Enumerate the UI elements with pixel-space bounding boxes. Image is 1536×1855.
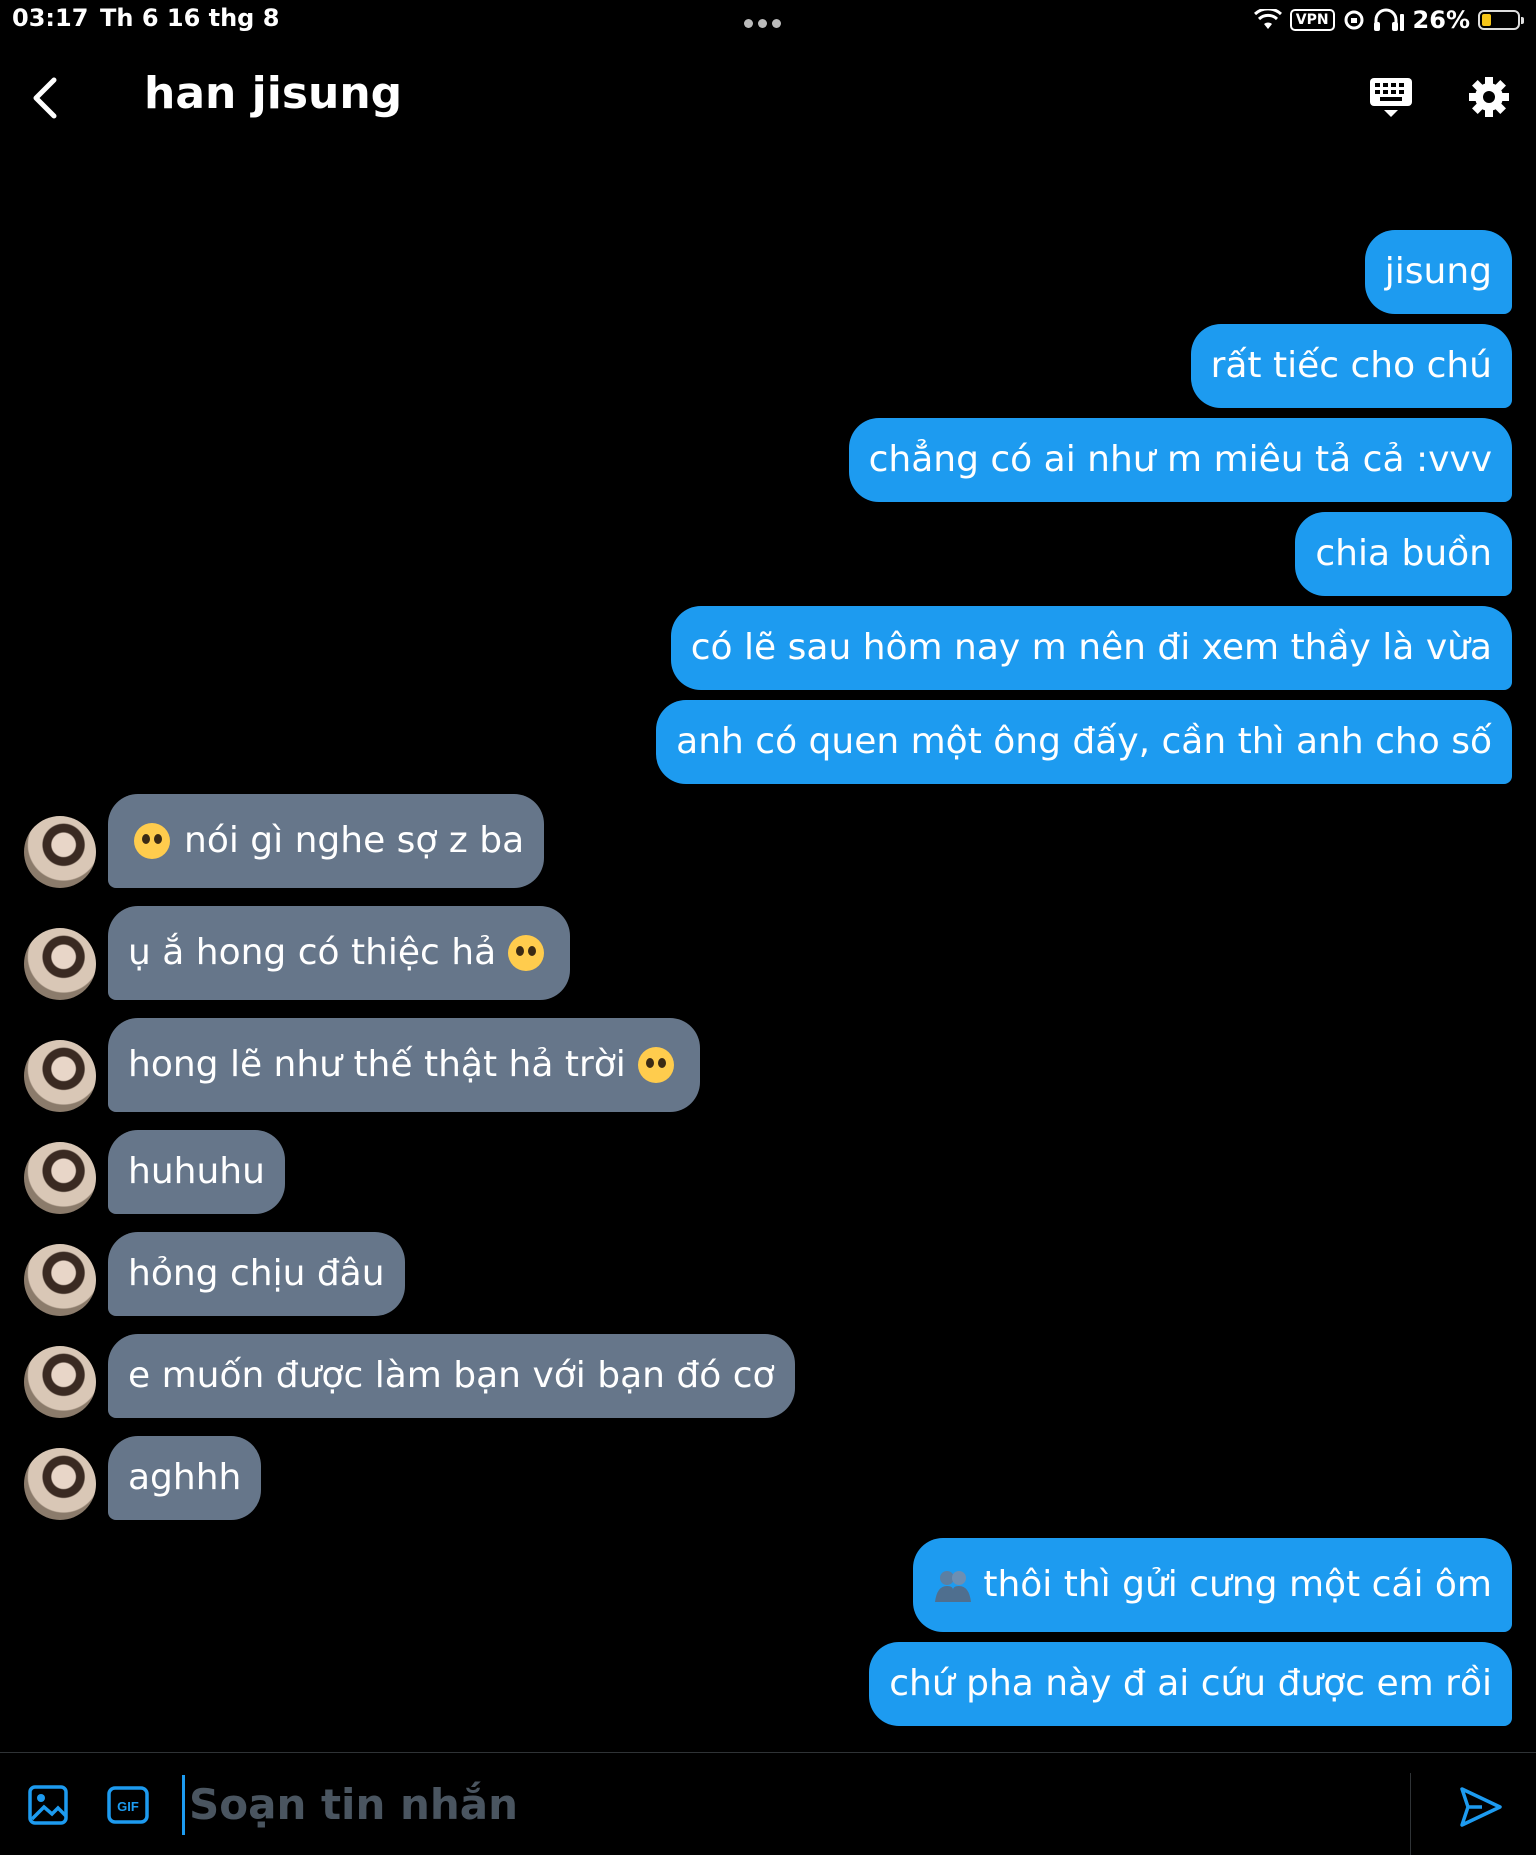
message-bubble-incoming[interactable]: nói gì nghe sợ z ba bbox=[108, 794, 545, 888]
send-icon[interactable] bbox=[1456, 1783, 1504, 1831]
headphones-icon bbox=[1373, 8, 1404, 31]
message-composer: GIF Soạn tin nhắn bbox=[0, 1752, 1536, 1855]
pleading-face-emoji bbox=[637, 1047, 674, 1083]
keyboard-icon[interactable] bbox=[1366, 72, 1416, 122]
message-text: chẳng có ai như m miêu tả cả :vvv bbox=[868, 439, 1492, 480]
message-bubble-outgoing[interactable]: có lẽ sau hôm nay m nên đi xem thầy là v… bbox=[670, 606, 1512, 690]
gear-icon[interactable] bbox=[1464, 72, 1514, 122]
message-text: có lẽ sau hôm nay m nên đi xem thầy là v… bbox=[690, 627, 1492, 668]
message-text: e muốn được làm bạn với bạn đó cơ bbox=[128, 1355, 775, 1396]
message-bubble-incoming[interactable]: hong lẽ như thế thật hả trời bbox=[108, 1018, 700, 1112]
battery-fill bbox=[1482, 14, 1491, 26]
message-bubble-outgoing[interactable]: anh có quen một ông đấy, cần thì anh cho… bbox=[656, 700, 1512, 784]
avatar[interactable] bbox=[24, 928, 96, 1000]
avatar[interactable] bbox=[24, 1448, 96, 1520]
battery-icon bbox=[1478, 10, 1524, 30]
gif-icon[interactable]: GIF bbox=[106, 1783, 150, 1827]
message-bubble-outgoing[interactable]: chẳng có ai như m miêu tả cả :vvv bbox=[848, 418, 1512, 502]
message-text: jisung bbox=[1384, 251, 1492, 292]
message-bubble-outgoing[interactable]: chia buồn bbox=[1295, 512, 1512, 596]
wifi-icon bbox=[1253, 9, 1282, 29]
battery-percent: 26% bbox=[1412, 6, 1470, 34]
message-input[interactable]: Soạn tin nhắn bbox=[182, 1775, 1409, 1835]
message-bubble-incoming[interactable]: hỏng chịu đâu bbox=[108, 1232, 405, 1316]
pleading-face-emoji bbox=[508, 935, 545, 971]
status-right: VPN 26% bbox=[1253, 4, 1524, 36]
message-text: chia buồn bbox=[1315, 533, 1492, 574]
message-text: hỏng chịu đâu bbox=[128, 1253, 385, 1294]
avatar[interactable] bbox=[24, 1244, 96, 1316]
message-text: ụ ắ hong có thiệc hả bbox=[128, 932, 497, 973]
conversation-title: han jisung bbox=[144, 68, 403, 119]
avatar[interactable] bbox=[24, 1040, 96, 1112]
message-text: chứ pha này đ ai cứu được em rồi bbox=[889, 1663, 1492, 1704]
message-text: hong lẽ như thế thật hả trời bbox=[128, 1044, 626, 1085]
message-text: thôi thì gửi cưng một cái ôm bbox=[983, 1564, 1492, 1605]
vpn-badge: VPN bbox=[1289, 9, 1335, 31]
message-bubble-outgoing[interactable]: chứ pha này đ ai cứu được em rồi bbox=[869, 1642, 1512, 1726]
multitasking-dots-icon[interactable] bbox=[744, 13, 792, 28]
message-text: rất tiếc cho chú bbox=[1210, 345, 1492, 386]
conversation-header: han jisung bbox=[0, 48, 1536, 148]
back-chevron-icon[interactable] bbox=[24, 70, 68, 126]
message-bubble-incoming[interactable]: huhuhu bbox=[108, 1130, 285, 1214]
message-bubble-incoming[interactable]: e muốn được làm bạn với bạn đó cơ bbox=[108, 1334, 795, 1418]
composer-divider bbox=[1410, 1773, 1411, 1855]
loudly-crying-emoji bbox=[134, 823, 170, 859]
message-bubble-outgoing[interactable]: thôi thì gửi cưng một cái ôm bbox=[913, 1538, 1512, 1632]
people-hugging-emoji bbox=[935, 1571, 972, 1602]
message-text: aghhh bbox=[128, 1457, 242, 1498]
image-icon[interactable] bbox=[26, 1783, 70, 1827]
status-date: Th 6 16 thg 8 bbox=[100, 4, 280, 32]
message-text: nói gì nghe sợ z ba bbox=[184, 820, 525, 861]
status-time: 03:17 bbox=[12, 4, 89, 32]
status-bar: 03:17 Th 6 16 thg 8 VPN 26% bbox=[0, 0, 1536, 40]
svg-text:GIF: GIF bbox=[117, 1799, 139, 1814]
message-bubble-incoming[interactable]: ụ ắ hong có thiệc hả bbox=[108, 906, 571, 1000]
message-text: huhuhu bbox=[128, 1151, 265, 1192]
avatar[interactable] bbox=[24, 816, 96, 888]
rotation-lock-icon bbox=[1344, 10, 1364, 30]
message-bubble-incoming[interactable]: aghhh bbox=[108, 1436, 262, 1520]
avatar[interactable] bbox=[24, 1346, 96, 1418]
avatar[interactable] bbox=[24, 1142, 96, 1214]
message-bubble-outgoing[interactable]: jisung bbox=[1364, 230, 1512, 314]
message-text: anh có quen một ông đấy, cần thì anh cho… bbox=[676, 721, 1492, 762]
message-bubble-outgoing[interactable]: rất tiếc cho chú bbox=[1190, 324, 1512, 408]
